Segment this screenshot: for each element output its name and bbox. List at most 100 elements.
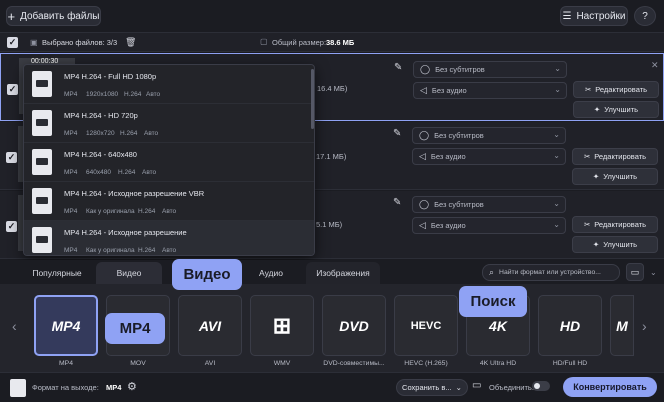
arrow-left-icon[interactable]: ‹ — [12, 318, 17, 334]
speech-bubble-icon: ◯ — [419, 130, 430, 140]
preset-resolution: 1920x1080 — [86, 91, 119, 98]
subtitles-select[interactable]: ◯ Без субтитров ⌄ — [412, 127, 566, 144]
subtitles-value: Без субтитров — [435, 65, 485, 74]
preset-bitrate: Авто — [146, 91, 161, 98]
row-checkbox[interactable]: ✓ — [7, 84, 18, 95]
mp4-file-icon — [32, 188, 52, 214]
enhance-button[interactable]: ✦ Улучшить — [572, 236, 658, 253]
format-tile-mp4[interactable]: MP4 — [34, 295, 98, 356]
edit-icon: ✂ — [583, 220, 591, 229]
preset-bitrate: Авто — [162, 208, 177, 215]
tab-video-label: Видео — [116, 268, 142, 278]
preset-container: MP4 — [64, 247, 78, 254]
tab-popular[interactable]: Популярные — [22, 262, 92, 284]
format-label-mp4: MP4 — [59, 360, 73, 367]
preset-resolution: 1280x720 — [86, 130, 115, 137]
preset-title: MP4 H.264 - HD 720p — [64, 111, 138, 120]
settings-label: Настройки — [576, 10, 626, 22]
mp4-file-icon — [32, 227, 52, 253]
add-files-label: Добавить файлы — [20, 10, 100, 22]
edit-button[interactable]: ✂ Редактировать — [573, 81, 659, 98]
preset-codec: H.264 — [138, 208, 156, 215]
save-to-button[interactable]: Сохранить в... ⌄ — [396, 379, 468, 396]
folder-icon[interactable]: ▭ — [472, 380, 481, 391]
settings-button[interactable]: ☰ Настройки — [560, 6, 628, 26]
total-size-value: 38.6 МБ — [326, 38, 355, 47]
chevron-down-icon: ⌄ — [455, 383, 462, 392]
audio-value: Без аудио — [431, 86, 467, 95]
enhance-button[interactable]: ✦ Улучшить — [572, 168, 658, 185]
format-label-wmv: WMV — [273, 360, 291, 367]
format-label-hevc: HEVC (H.265) — [404, 360, 448, 367]
close-icon[interactable]: ✕ — [651, 60, 659, 71]
preset-container: MP4 — [64, 169, 78, 176]
merge-toggle[interactable] — [532, 381, 550, 391]
edit-button[interactable]: ✂ Редактировать — [572, 148, 658, 165]
audio-value: Без аудио — [430, 152, 466, 161]
select-all-checkbox[interactable]: ✓ — [7, 37, 18, 48]
audio-select[interactable]: ◁ Без аудио ⌄ — [412, 217, 566, 234]
collapse-icon[interactable]: ⌄ — [650, 268, 657, 277]
tab-popular-label: Популярные — [32, 268, 82, 278]
chevron-down-icon: ⌄ — [553, 199, 560, 208]
chevron-down-icon: ⌄ — [554, 64, 561, 73]
audio-select[interactable]: ◁ Без аудио ⌄ — [412, 148, 566, 165]
preset-bitrate: Авто — [144, 130, 159, 137]
preset-item[interactable]: MP4 H.264 - Исходное разрешение VBR MP4 … — [24, 182, 314, 221]
trash-icon[interactable]: 🗑 — [125, 37, 136, 48]
format-search-input[interactable]: ⌕ Найти формат или устройство... — [482, 264, 620, 281]
callout-search-text: Поиск — [470, 293, 516, 310]
format-label-mov: MOV — [130, 360, 146, 367]
audio-value: Без аудио — [430, 221, 466, 230]
audio-select[interactable]: ◁ Без аудио ⌄ — [413, 82, 567, 99]
format-tile-dvd[interactable]: DVD — [322, 295, 386, 356]
chevron-down-icon: ⌄ — [553, 130, 560, 139]
tab-images[interactable]: Изображения — [306, 262, 380, 284]
enhance-label: Улучшить — [603, 172, 638, 181]
preset-item-selected[interactable]: MP4 H.264 - Исходное разрешение MP4 Как … — [24, 221, 314, 255]
preset-title: MP4 H.264 - Full HD 1080p — [64, 72, 157, 81]
help-icon: ? — [642, 10, 648, 22]
callout-mp4-text: MP4 — [119, 320, 151, 337]
row-checkbox[interactable]: ✓ — [6, 221, 17, 232]
preset-dropdown: MP4 H.264 - Full HD 1080p MP4 1920x1080 … — [23, 64, 315, 256]
add-files-button[interactable]: + Добавить файлы — [6, 6, 101, 26]
row-checkbox[interactable]: ✓ — [6, 152, 17, 163]
more-logo-icon: M — [616, 317, 628, 334]
file-size: 5.1 МБ) — [316, 220, 343, 229]
sparkle-icon: ✦ — [593, 105, 601, 114]
arrow-right-icon[interactable]: › — [642, 318, 647, 334]
preset-title: MP4 H.264 - 640x480 — [64, 150, 137, 159]
help-button[interactable]: ? — [634, 6, 656, 26]
pencil-icon[interactable]: ✎ — [393, 128, 401, 139]
pencil-icon[interactable]: ✎ — [393, 197, 401, 208]
merge-label: Объединить: — [489, 383, 534, 392]
device-detect-button[interactable]: ▭ — [626, 263, 644, 281]
speech-bubble-icon: ◯ — [420, 64, 431, 74]
format-tile-wmv[interactable]: ⊞ — [250, 295, 314, 356]
tab-audio[interactable]: Аудио — [240, 262, 302, 284]
preset-container: MP4 — [64, 130, 78, 137]
preset-item[interactable]: MP4 H.264 - 640x480 MP4 640x480 H.264 Ав… — [24, 143, 314, 182]
subtitles-select[interactable]: ◯ Без субтитров ⌄ — [413, 61, 567, 78]
format-tile-more[interactable]: M — [610, 295, 634, 356]
pencil-icon[interactable]: ✎ — [394, 62, 402, 73]
tab-audio-label: Аудио — [259, 268, 283, 278]
gear-icon[interactable]: ⚙ — [127, 380, 137, 393]
format-tile-hevc[interactable]: HEVC — [394, 295, 458, 356]
speaker-icon: ◁ — [419, 220, 426, 230]
preset-item[interactable]: MP4 H.264 - Full HD 1080p MP4 1920x1080 … — [24, 65, 314, 104]
enhance-button[interactable]: ✦ Улучшить — [573, 101, 659, 118]
edit-button[interactable]: ✂ Редактировать — [572, 216, 658, 233]
enhance-label: Улучшить — [603, 240, 638, 249]
dropdown-scrollbar[interactable] — [311, 69, 314, 129]
format-tile-hd[interactable]: HD — [538, 295, 602, 356]
subtitles-select[interactable]: ◯ Без субтитров ⌄ — [412, 196, 566, 213]
preset-item[interactable]: MP4 H.264 - HD 720p MP4 1280x720 H.264 А… — [24, 104, 314, 143]
format-tile-avi[interactable]: AVI — [178, 295, 242, 356]
preset-resolution: Как у оригинала — [86, 247, 135, 254]
convert-button[interactable]: Конвертировать — [563, 377, 657, 397]
device-icon: ▭ — [630, 266, 640, 277]
preset-resolution: Как у оригинала — [86, 208, 135, 215]
tab-video[interactable]: Видео — [96, 262, 162, 284]
